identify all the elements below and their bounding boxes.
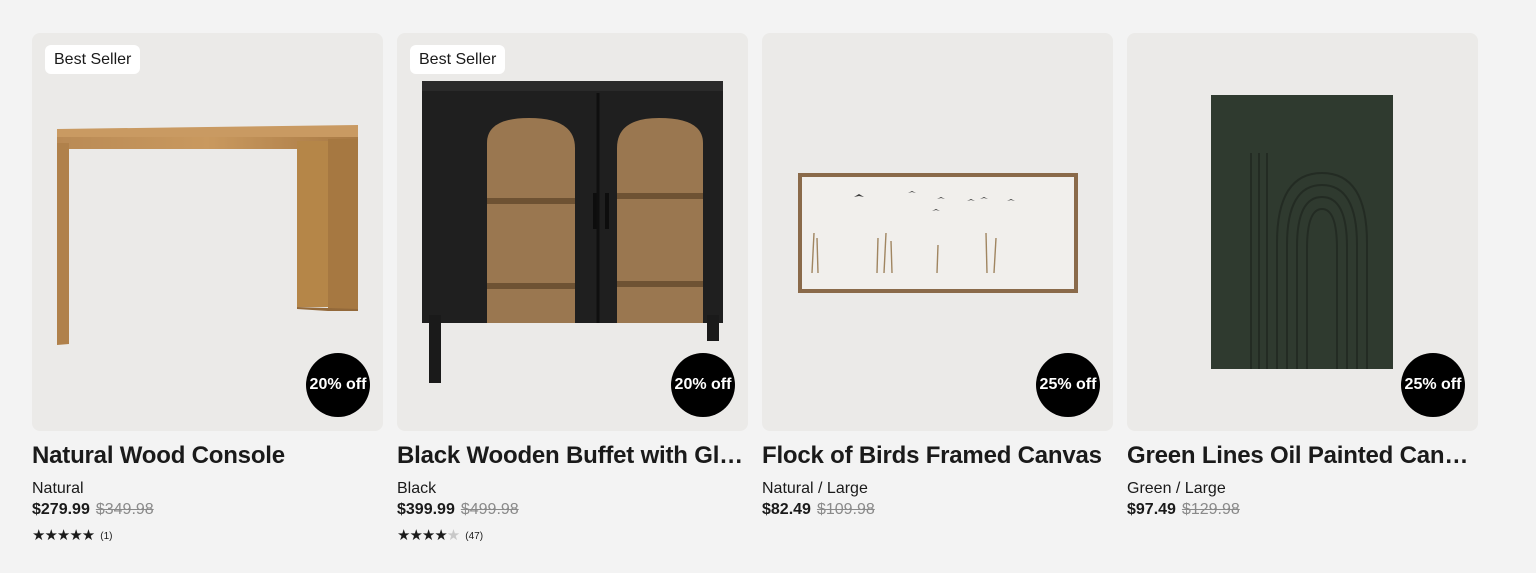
original-price: $349.98: [95, 501, 154, 518]
product-grid: Best Seller 20% off Natural Wood Console…: [32, 33, 1478, 544]
product-title[interactable]: Green Lines Oil Painted Canvas: [1127, 441, 1478, 471]
rating[interactable]: ★★★★★ (47): [397, 528, 748, 544]
original-price: $499.98: [460, 501, 519, 518]
product-card[interactable]: Best Seller 20% off Black Wooden Buffet …: [397, 33, 748, 544]
sale-price: $279.99: [32, 501, 90, 518]
discount-badge: 20% off: [306, 353, 370, 417]
product-variant: Natural / Large: [762, 480, 868, 497]
review-count: (47): [465, 530, 484, 542]
product-title[interactable]: Flock of Birds Framed Canvas: [762, 441, 1113, 471]
star-rating-icon: ★★★★★: [397, 527, 460, 544]
sale-price: $97.49: [1127, 501, 1176, 518]
product-variant: Green / Large: [1127, 480, 1226, 497]
rating[interactable]: ★★★★★ (1): [32, 528, 383, 544]
product-image-container[interactable]: Best Seller 20% off: [32, 33, 383, 431]
star-rating-icon: ★★★★★: [32, 527, 95, 544]
price-row: $399.99 $499.98: [397, 500, 748, 520]
discount-badge: 25% off: [1401, 353, 1465, 417]
product-image-container[interactable]: 25% off: [1127, 33, 1478, 431]
product-variant: Natural: [32, 480, 84, 497]
sale-price: $399.99: [397, 501, 455, 518]
product-image-container[interactable]: 25% off: [762, 33, 1113, 431]
product-title[interactable]: Natural Wood Console: [32, 441, 383, 471]
price-row: $279.99 $349.98: [32, 500, 383, 520]
product-title[interactable]: Black Wooden Buffet with Glass Doors: [397, 441, 748, 471]
discount-badge: 20% off: [671, 353, 735, 417]
original-price: $109.98: [816, 501, 875, 518]
product-card[interactable]: Best Seller 20% off Natural Wood Console…: [32, 33, 383, 544]
product-card[interactable]: 25% off Flock of Birds Framed Canvas Nat…: [762, 33, 1113, 544]
product-variant: Black: [397, 480, 437, 497]
best-seller-badge: Best Seller: [410, 45, 506, 74]
sale-price: $82.49: [762, 501, 811, 518]
price-row: $97.49 $129.98: [1127, 500, 1478, 520]
review-count: (1): [100, 530, 113, 542]
original-price: $129.98: [1181, 501, 1240, 518]
product-image-container[interactable]: Best Seller 20% off: [397, 33, 748, 431]
discount-badge: 25% off: [1036, 353, 1100, 417]
product-card[interactable]: 25% off Green Lines Oil Painted Canvas G…: [1127, 33, 1478, 544]
best-seller-badge: Best Seller: [45, 45, 141, 74]
price-row: $82.49 $109.98: [762, 500, 1113, 520]
